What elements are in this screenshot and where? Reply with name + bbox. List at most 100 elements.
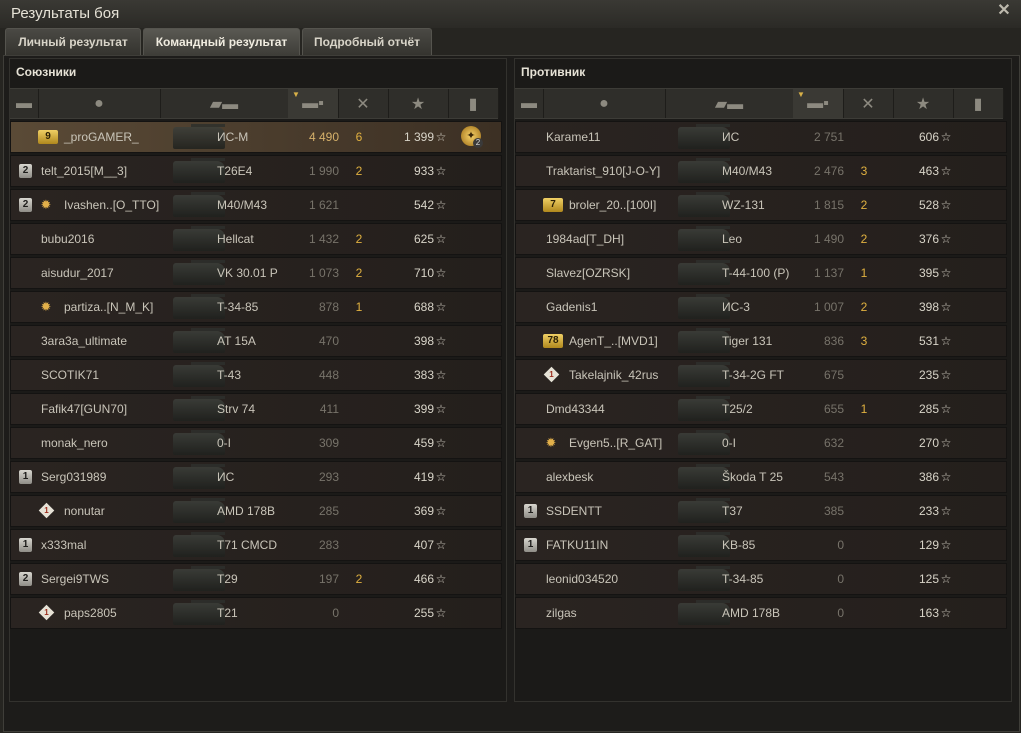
table-row[interactable]: leonid034520 T-34-85 0 125 ☆ — [515, 563, 1007, 595]
enemies-header-squad-icon[interactable]: ▬ — [515, 89, 544, 118]
table-row[interactable]: 1 FATKU11IN KB-85 0 129 ☆ — [515, 529, 1007, 561]
close-icon[interactable]: ✕ — [995, 2, 1013, 20]
player-name[interactable]: FATKU11IN — [546, 530, 608, 560]
table-row[interactable]: ✹ Evgen5..[R_GAT] 0-I 632 270 ☆ — [515, 427, 1007, 459]
table-row[interactable]: Fafik47[GUN70] Strv 74 411 399 ☆ — [10, 393, 502, 425]
allies-header-player-icon[interactable]: ● — [38, 89, 161, 118]
table-row[interactable]: 1 paps2805 T21 0 255 ☆ — [10, 597, 502, 629]
damage-value: 878 — [318, 300, 339, 314]
player-name[interactable]: Sergei9TWS — [41, 564, 109, 594]
table-row[interactable]: 1 SSDENTT T37 385 233 ☆ — [515, 495, 1007, 527]
tab-team-result[interactable]: Командный результат — [143, 28, 300, 55]
damage-value: 1 073 — [308, 266, 339, 280]
kills-value: 1 — [355, 300, 363, 314]
rank-diamond-label: 1 — [549, 370, 554, 379]
rank-diamond-label: 1 — [44, 506, 49, 515]
table-row[interactable]: Traktarist_910[J-O-Y] M40/M43 2 476 3 463 ☆ — [515, 155, 1007, 187]
player-name[interactable]: aisudur_2017 — [41, 258, 114, 288]
player-name[interactable]: AgenT_..[MVD1] — [569, 326, 658, 356]
player-name[interactable]: zilgas — [546, 598, 577, 628]
player-name[interactable]: x333mal — [41, 530, 86, 560]
player-mark-cell: ✹ — [543, 428, 565, 458]
player-name[interactable]: alexbesk — [546, 462, 593, 492]
tab-detailed-report[interactable]: Подробный отчёт — [302, 28, 432, 55]
enemies-header-medal-icon[interactable]: ▮ — [953, 89, 1004, 118]
xp-star-icon: ☆ — [435, 470, 447, 484]
table-row[interactable]: 1984ad[T_DH] Leo 1 490 2 376 ☆ — [515, 223, 1007, 255]
player-name[interactable]: _proGAMER_ — [64, 122, 139, 152]
enemies-header-xp-icon[interactable]: ★ — [893, 89, 954, 118]
player-name[interactable]: Takelajnik_42rus — [569, 360, 658, 390]
table-row[interactable]: SCOTIK71 T-43 448 383 ☆ — [10, 359, 502, 391]
player-name[interactable]: Slavez[OZRSK] — [546, 258, 630, 288]
table-row[interactable]: 2 ✹ Ivashen..[O_TTO] M40/M43 1 621 542 ☆ — [10, 189, 502, 221]
table-row[interactable]: Karame11 ИС 2 751 606 ☆ — [515, 121, 1007, 153]
kills-value: 2 — [355, 266, 363, 280]
table-row[interactable]: 2 Sergei9TWS T29 197 2 466 ☆ — [10, 563, 502, 595]
player-name[interactable]: monak_nero — [41, 428, 108, 458]
player-name[interactable]: Ivashen..[O_TTO] — [64, 190, 159, 220]
table-row[interactable]: aisudur_2017 VK 30.01 P 1 073 2 710 ☆ — [10, 257, 502, 289]
tank-name: T37 — [722, 504, 743, 518]
allies-header-xp-icon[interactable]: ★ — [388, 89, 449, 118]
kills-icon: ✕ — [356, 95, 370, 113]
xp-star-icon: ☆ — [940, 266, 952, 280]
player-name[interactable]: Fafik47[GUN70] — [41, 394, 127, 424]
player-name[interactable]: SSDENTT — [546, 496, 602, 526]
player-name[interactable]: telt_2015[M__3] — [41, 156, 127, 186]
player-name[interactable]: SCOTIK71 — [41, 360, 99, 390]
player-name[interactable]: leonid034520 — [546, 564, 618, 594]
table-row[interactable]: bubu2016 Hellcat 1 432 2 625 ☆ — [10, 223, 502, 255]
enemies-header-player-icon[interactable]: ● — [543, 89, 666, 118]
table-row[interactable]: 1 nonutar AMD 178B 285 369 ☆ — [10, 495, 502, 527]
tank-name: ИС-М — [217, 130, 249, 144]
table-row[interactable]: zilgas AMD 178B 0 163 ☆ — [515, 597, 1007, 629]
damage-value: 283 — [318, 538, 339, 552]
allies-header-kills-icon[interactable]: ✕ — [338, 89, 389, 118]
table-row[interactable]: Dmd43344 T25/2 655 1 285 ☆ — [515, 393, 1007, 425]
player-name[interactable]: paps2805 — [64, 598, 117, 628]
player-name[interactable]: 1984ad[T_DH] — [546, 224, 624, 254]
player-name[interactable]: 3ara3a_ultimate — [41, 326, 127, 356]
xp-star-icon: ☆ — [435, 368, 447, 382]
allies-header-damage-icon[interactable]: ▬▪ ▼ — [288, 89, 339, 118]
allies-header-tank-icon[interactable]: ▰▬ — [160, 89, 289, 118]
experience-value: 386 — [918, 470, 939, 484]
player-name[interactable]: broler_20..[100I] — [569, 190, 656, 220]
player-name[interactable]: nonutar — [64, 496, 105, 526]
table-row[interactable]: Gadenis1 ИС-3 1 007 2 398 ☆ — [515, 291, 1007, 323]
player-name[interactable]: Serg031989 — [41, 462, 106, 492]
enemies-header-damage-icon[interactable]: ▬▪ ▼ — [793, 89, 844, 118]
medal-cell[interactable]: ✦ 2 — [459, 122, 483, 152]
tab-personal-result[interactable]: Личный результат — [5, 28, 141, 55]
player-name[interactable]: Traktarist_910[J-O-Y] — [546, 156, 660, 186]
allies-header-medal-icon[interactable]: ▮ — [448, 89, 499, 118]
table-row[interactable]: 3ara3a_ultimate AT 15A 470 398 ☆ — [10, 325, 502, 357]
player-name[interactable]: Evgen5..[R_GAT] — [569, 428, 662, 458]
player-name[interactable]: bubu2016 — [41, 224, 94, 254]
table-row[interactable]: 7 broler_20..[100I] WZ-131 1 815 2 528 ☆ — [515, 189, 1007, 221]
squad-icon: ▬ — [521, 94, 537, 112]
player-name[interactable]: partiza..[N_M_K] — [64, 292, 153, 322]
table-row[interactable]: Slavez[OZRSK] T-44-100 (P) 1 137 1 395 ☆ — [515, 257, 1007, 289]
enemies-header-tank-icon[interactable]: ▰▬ — [665, 89, 794, 118]
table-row[interactable]: 1 Takelajnik_42rus T-34-2G FT 675 235 ☆ — [515, 359, 1007, 391]
experience-value: 542 — [413, 198, 434, 212]
player-mark-cell: 1 — [38, 496, 60, 526]
table-row[interactable]: 78 AgenT_..[MVD1] Tiger 131 836 3 531 ☆ — [515, 325, 1007, 357]
squad-number-badge: 1 — [19, 470, 32, 484]
xp-star-icon: ☆ — [940, 300, 952, 314]
table-row[interactable]: 1 Serg031989 ИС 293 419 ☆ — [10, 461, 502, 493]
player-name[interactable]: Dmd43344 — [546, 394, 605, 424]
allies-header-squad-icon[interactable]: ▬ — [10, 89, 39, 118]
player-name[interactable]: Gadenis1 — [546, 292, 597, 322]
table-row[interactable]: 9 _proGAMER_ ИС-М 4 490 6 1 399 ☆ ✦ 2 — [10, 121, 502, 153]
table-row[interactable]: ✹ partiza..[N_M_K] T-34-85 878 1 688 ☆ — [10, 291, 502, 323]
enemies-header-kills-icon[interactable]: ✕ — [843, 89, 894, 118]
table-row[interactable]: alexbesk Škoda T 25 543 386 ☆ — [515, 461, 1007, 493]
table-row[interactable]: 2 telt_2015[M__3] T26E4 1 990 2 933 ☆ — [10, 155, 502, 187]
xp-star-icon: ☆ — [435, 606, 447, 620]
table-row[interactable]: 1 x333mal T71 CMCD 283 407 ☆ — [10, 529, 502, 561]
player-name[interactable]: Karame11 — [546, 122, 600, 152]
table-row[interactable]: monak_nero 0-I 309 459 ☆ — [10, 427, 502, 459]
